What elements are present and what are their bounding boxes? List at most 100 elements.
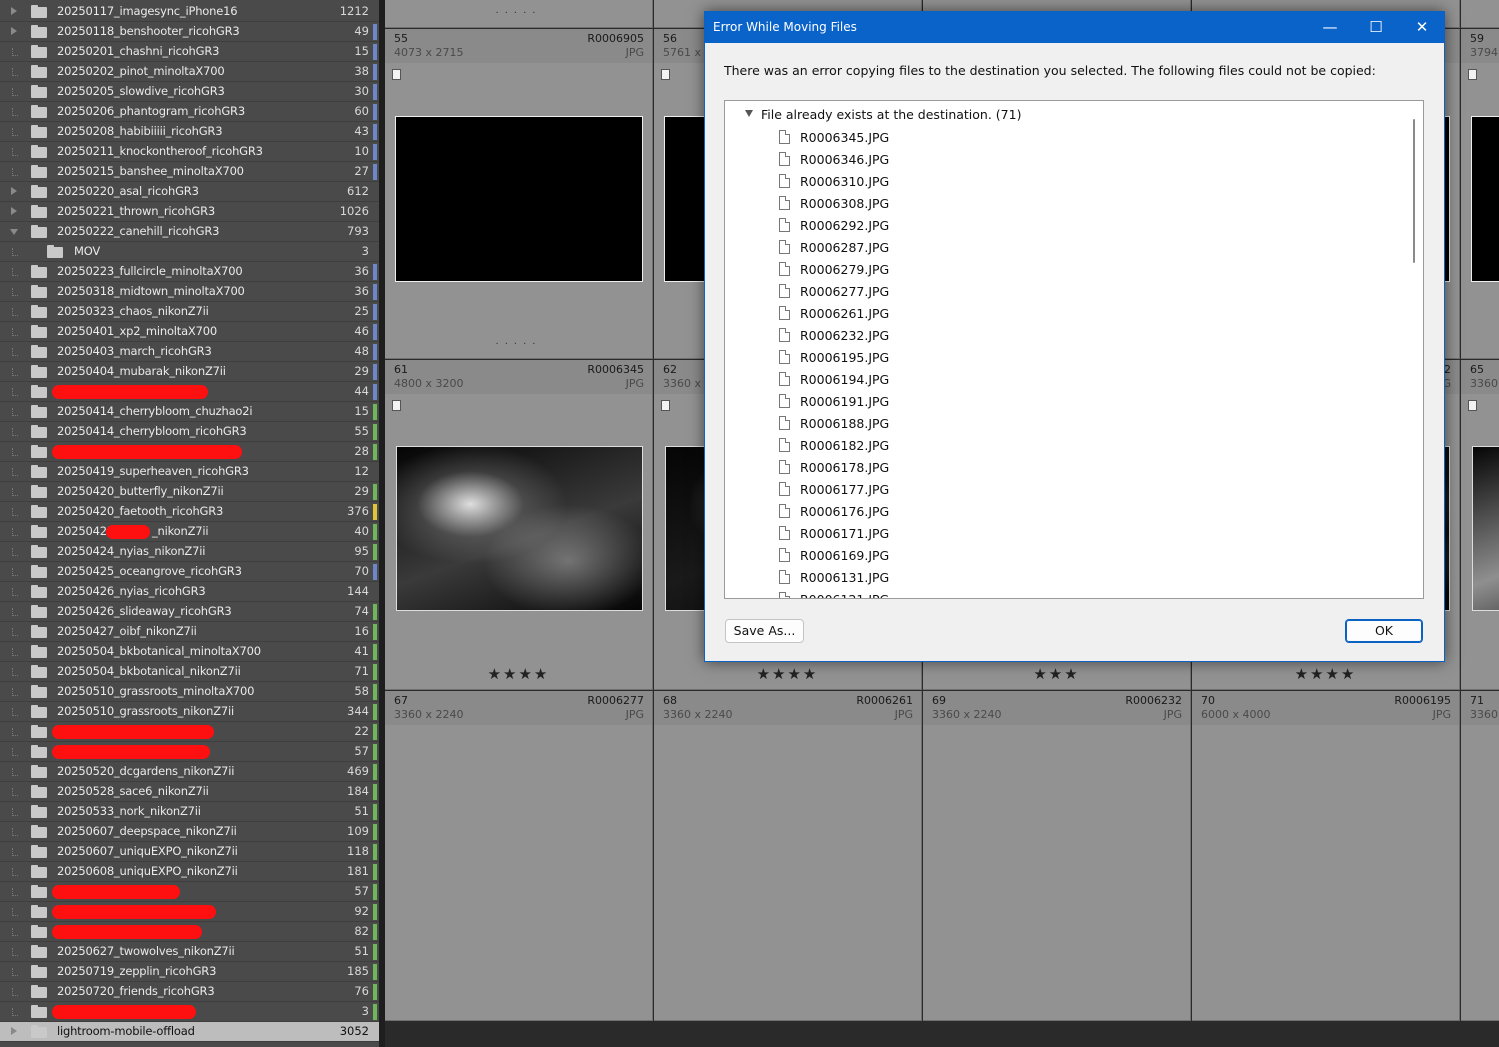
folder-item[interactable]: 20250414_cherrybloom_ricohGR3 55 bbox=[0, 422, 379, 442]
flag-icon[interactable] bbox=[392, 400, 401, 411]
folder-item[interactable]: 20250426_slideaway_ricohGR3 74 bbox=[0, 602, 379, 622]
close-icon[interactable]: ✕ bbox=[1399, 12, 1445, 43]
maximize-icon[interactable]: ☐ bbox=[1353, 12, 1399, 43]
file-list-item[interactable]: R0006177.JPG bbox=[779, 480, 979, 502]
file-list-item[interactable]: R0006261.JPG bbox=[779, 304, 979, 326]
empty-rating[interactable]: ····· bbox=[1461, 8, 1499, 19]
photo-cell[interactable]: 535237 x····· bbox=[1461, 0, 1499, 28]
folder-item[interactable]: lightroom-mobile-offload 3052 bbox=[0, 1022, 379, 1042]
file-list-item[interactable]: R0006178.JPG bbox=[779, 458, 979, 480]
folder-item[interactable]: 20250607_deepspace_nikonZ7ii 109 bbox=[0, 822, 379, 842]
file-list-item[interactable]: R0006310.JPG bbox=[779, 172, 979, 194]
file-list-item[interactable]: R0006121.JPG bbox=[779, 590, 979, 598]
folder-item[interactable]: 20250420_butterfly_nikonZ7ii 29 bbox=[0, 482, 379, 502]
folder-item[interactable]: 20250206_phantogram_ricohGR3 60 bbox=[0, 102, 379, 122]
star-rating[interactable]: ★★★★ bbox=[385, 665, 652, 683]
file-list-item[interactable]: R0006232.JPG bbox=[779, 326, 979, 348]
folder-item[interactable]: 20250608_uniquEXPO_nikonZ7ii 181 bbox=[0, 862, 379, 882]
photo-thumbnail[interactable] bbox=[1472, 446, 1499, 611]
photo-thumbnail[interactable] bbox=[396, 446, 643, 611]
folder-item[interactable]: 20250221_thrown_ricohGR3 1026 bbox=[0, 202, 379, 222]
folder-item[interactable]: 20250520_dcgardens_nikonZ7ii 469 bbox=[0, 762, 379, 782]
photo-cell[interactable]: 593794 x ····· bbox=[1461, 29, 1499, 359]
folder-item[interactable]: 92 bbox=[0, 902, 379, 922]
collapse-arrow-icon[interactable] bbox=[745, 110, 753, 117]
file-list-item[interactable]: R0006194.JPG bbox=[779, 370, 979, 392]
folder-item[interactable]: 20250627_twowolves_nikonZ7ii 51 bbox=[0, 942, 379, 962]
folder-item[interactable]: 57 bbox=[0, 882, 379, 902]
folder-item[interactable]: 28 bbox=[0, 442, 379, 462]
file-list-item[interactable]: R0006287.JPG bbox=[779, 238, 979, 260]
folder-item[interactable]: 20250419_superheaven_ricohGR3 12 bbox=[0, 462, 379, 482]
folder-item[interactable]: 20250208_habibiiiii_ricohGR3 43 bbox=[0, 122, 379, 142]
folder-item[interactable]: 20250719_zepplin_ricohGR3 185 bbox=[0, 962, 379, 982]
folder-item[interactable]: 20250202_pinot_minoltaX700 38 bbox=[0, 62, 379, 82]
folder-item[interactable]: 20250427_oibf_nikonZ7ii 16 bbox=[0, 622, 379, 642]
star-rating[interactable]: ★★★★ bbox=[1192, 665, 1459, 683]
photo-thumbnail[interactable] bbox=[395, 116, 643, 282]
folder-item[interactable]: 20250510_grassroots_minoltaX700 58 bbox=[0, 682, 379, 702]
flag-icon[interactable] bbox=[661, 400, 670, 411]
file-list-item[interactable]: R0006169.JPG bbox=[779, 546, 979, 568]
folder-item[interactable]: 20250403_march_ricohGR3 48 bbox=[0, 342, 379, 362]
star-rating[interactable]: ★★★★ bbox=[654, 665, 921, 683]
file-list-item[interactable]: R0006279.JPG bbox=[779, 260, 979, 282]
folder-item[interactable]: 82 bbox=[0, 922, 379, 942]
folder-item[interactable]: 20250201_chashni_ricohGR3 15 bbox=[0, 42, 379, 62]
expand-arrow-icon[interactable] bbox=[11, 27, 17, 35]
folder-item[interactable]: 20250504_bkbotanical_minoltaX700 41 bbox=[0, 642, 379, 662]
dialog-titlebar[interactable]: Error While Moving Files — ☐ ✕ bbox=[705, 12, 1444, 43]
folder-item[interactable]: 20250211_knockontheroof_ricohGR3 10 bbox=[0, 142, 379, 162]
file-list-item[interactable]: R0006346.JPG bbox=[779, 150, 979, 172]
expand-arrow-icon[interactable] bbox=[11, 7, 17, 15]
empty-rating[interactable]: ····· bbox=[385, 339, 652, 350]
photo-cell[interactable]: 61 4800 x 3200 R0006345 JPG ★★★★ bbox=[385, 360, 653, 690]
folder-item[interactable]: 20250424_nyias_nikonZ7ii 95 bbox=[0, 542, 379, 562]
folder-item[interactable]: 20250222_canehill_ricohGR3 793 bbox=[0, 222, 379, 242]
folder-item[interactable]: 20250205_slowdive_ricohGR3 30 bbox=[0, 82, 379, 102]
flag-icon[interactable] bbox=[661, 69, 670, 80]
folder-item[interactable]: 44 bbox=[0, 382, 379, 402]
folder-item[interactable]: 20250215_banshee_minoltaX700 27 bbox=[0, 162, 379, 182]
folder-item[interactable]: 20250220_asal_ricohGR3 612 bbox=[0, 182, 379, 202]
folder-item[interactable]: 20250504_bkbotanical_nikonZ7ii 71 bbox=[0, 662, 379, 682]
file-list-item[interactable]: R0006292.JPG bbox=[779, 216, 979, 238]
file-list-item[interactable]: R0006182.JPG bbox=[779, 436, 979, 458]
folder-item[interactable]: 20250117_imagesync_iPhone16 1212 bbox=[0, 2, 379, 22]
folder-item[interactable]: 20250425_oceangrove_ricohGR3 70 bbox=[0, 562, 379, 582]
folder-item[interactable]: 20250323_chaos_nikonZ7ii 25 bbox=[0, 302, 379, 322]
folder-item[interactable]: 20250533_nork_nikonZ7ii 51 bbox=[0, 802, 379, 822]
folder-item[interactable]: 20250420_faetooth_ricohGR3 376 bbox=[0, 502, 379, 522]
file-list-item[interactable]: R0006195.JPG bbox=[779, 348, 979, 370]
save-as-button[interactable]: Save As... bbox=[725, 619, 804, 643]
expand-arrow-icon[interactable] bbox=[11, 1027, 17, 1035]
folder-item[interactable]: 20250423_ _nikonZ7ii 40 bbox=[0, 522, 379, 542]
file-list-item[interactable]: R0006277.JPG bbox=[779, 282, 979, 304]
failed-files-tree[interactable]: File already exists at the destination. … bbox=[724, 100, 1424, 599]
photo-cell[interactable]: 70 6000 x 4000 R0006195 JPG bbox=[1192, 691, 1460, 1021]
file-list-item[interactable]: R0006188.JPG bbox=[779, 414, 979, 436]
folder-item[interactable]: 20250401_xp2_minoltaX700 46 bbox=[0, 322, 379, 342]
folder-item[interactable]: 20250414_cherrybloom_chuzhao2i 15 bbox=[0, 402, 379, 422]
folder-item[interactable]: 3 bbox=[0, 1002, 379, 1022]
flag-icon[interactable] bbox=[1468, 69, 1477, 80]
empty-rating[interactable]: ····· bbox=[1461, 339, 1499, 350]
photo-cell[interactable]: 67 3360 x 2240 R0006277 JPG bbox=[385, 691, 653, 1021]
folder-item[interactable]: 20250528_sace6_nikonZ7ii 184 bbox=[0, 782, 379, 802]
file-list-item[interactable]: R0006131.JPG bbox=[779, 568, 979, 590]
file-list-item[interactable]: R0006176.JPG bbox=[779, 502, 979, 524]
folder-item[interactable]: 20250607_uniquEXPO_nikonZ7ii 118 bbox=[0, 842, 379, 862]
folder-item[interactable]: 20250510_grassroots_nikonZ7ii 344 bbox=[0, 702, 379, 722]
flag-icon[interactable] bbox=[1468, 400, 1477, 411]
empty-rating[interactable]: ····· bbox=[385, 8, 652, 19]
expand-arrow-icon[interactable] bbox=[10, 229, 18, 235]
folder-item[interactable]: 20250223_fullcircle_minoltaX700 36 bbox=[0, 262, 379, 282]
photo-cell[interactable]: 71 3360 bbox=[1461, 691, 1499, 1021]
folder-item[interactable]: 20250118_benshooter_ricohGR3 49 bbox=[0, 22, 379, 42]
folder-item[interactable]: 20250404_mubarak_nikonZ7ii 29 bbox=[0, 362, 379, 382]
photo-cell[interactable]: 69 3360 x 2240 R0006232 JPG bbox=[923, 691, 1191, 1021]
folder-item[interactable]: 20250720_friends_ricohGR3 76 bbox=[0, 982, 379, 1002]
tree-group-label[interactable]: File already exists at the destination. … bbox=[761, 107, 1021, 122]
expand-arrow-icon[interactable] bbox=[11, 187, 17, 195]
folder-item[interactable]: 20250318_midtown_minoltaX700 36 bbox=[0, 282, 379, 302]
